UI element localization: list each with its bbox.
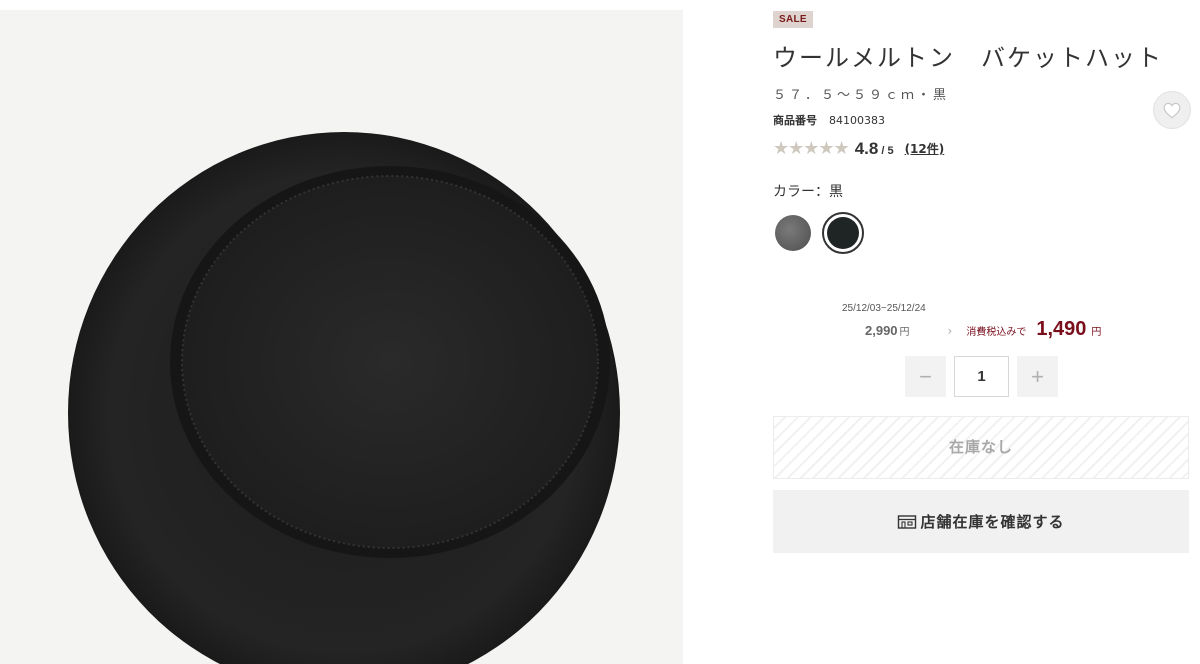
check-store-stock-label: 店舗在庫を確認する: [920, 513, 1065, 531]
rating: ★★★★★ 4.8 / 5 (12件): [773, 138, 944, 159]
price-row: 2,990 円 › 消費税込みで 1,490 円: [865, 318, 1101, 342]
product-number-label: 商品番号: [773, 114, 817, 127]
tax-label: 消費税込みで: [966, 327, 1027, 338]
favorite-button[interactable]: [1153, 91, 1191, 129]
chevron-right-icon: ›: [947, 324, 953, 338]
original-price: 2,990: [865, 323, 898, 338]
product-title: ウールメルトン バケットハット: [773, 44, 1163, 72]
color-swatch-gray[interactable]: [775, 215, 811, 251]
rating-score: 4.8: [854, 138, 879, 158]
quantity-input[interactable]: 1: [954, 356, 1009, 397]
sale-price: 1,490: [1036, 318, 1087, 340]
quantity-decrease-button[interactable]: −: [905, 356, 946, 397]
product-info: SALE ウールメルトン バケットハット ５７．５〜５９ｃｍ・黒 商品番号 841…: [773, 0, 1193, 664]
product-number: 商品番号 84100383: [773, 112, 885, 128]
sale-badge: SALE: [773, 11, 813, 28]
color-swatch-black[interactable]: [822, 212, 864, 254]
hat-photo: [0, 10, 683, 664]
original-price-unit: 円: [899, 327, 910, 338]
product-image: [0, 10, 683, 664]
rating-out-of: / 5: [881, 144, 894, 157]
product-number-value: 84100383: [829, 114, 885, 127]
check-store-stock-button[interactable]: 店舗在庫を確認する: [773, 490, 1189, 553]
store-icon: [897, 514, 917, 530]
color-label: カラー：黒: [773, 184, 843, 200]
sale-price-unit: 円: [1091, 327, 1102, 338]
review-count-link[interactable]: (12件): [905, 140, 945, 157]
sold-out-button[interactable]: 在庫なし: [773, 416, 1189, 479]
product-variant: ５７．５〜５９ｃｍ・黒: [773, 88, 950, 103]
color-swatch-black-fill: [827, 217, 859, 249]
quantity-increase-button[interactable]: +: [1017, 356, 1058, 397]
heart-icon: [1163, 102, 1181, 118]
sale-period: 25/12/03~25/12/24: [842, 303, 926, 314]
rating-stars: ★★★★★: [773, 138, 850, 159]
